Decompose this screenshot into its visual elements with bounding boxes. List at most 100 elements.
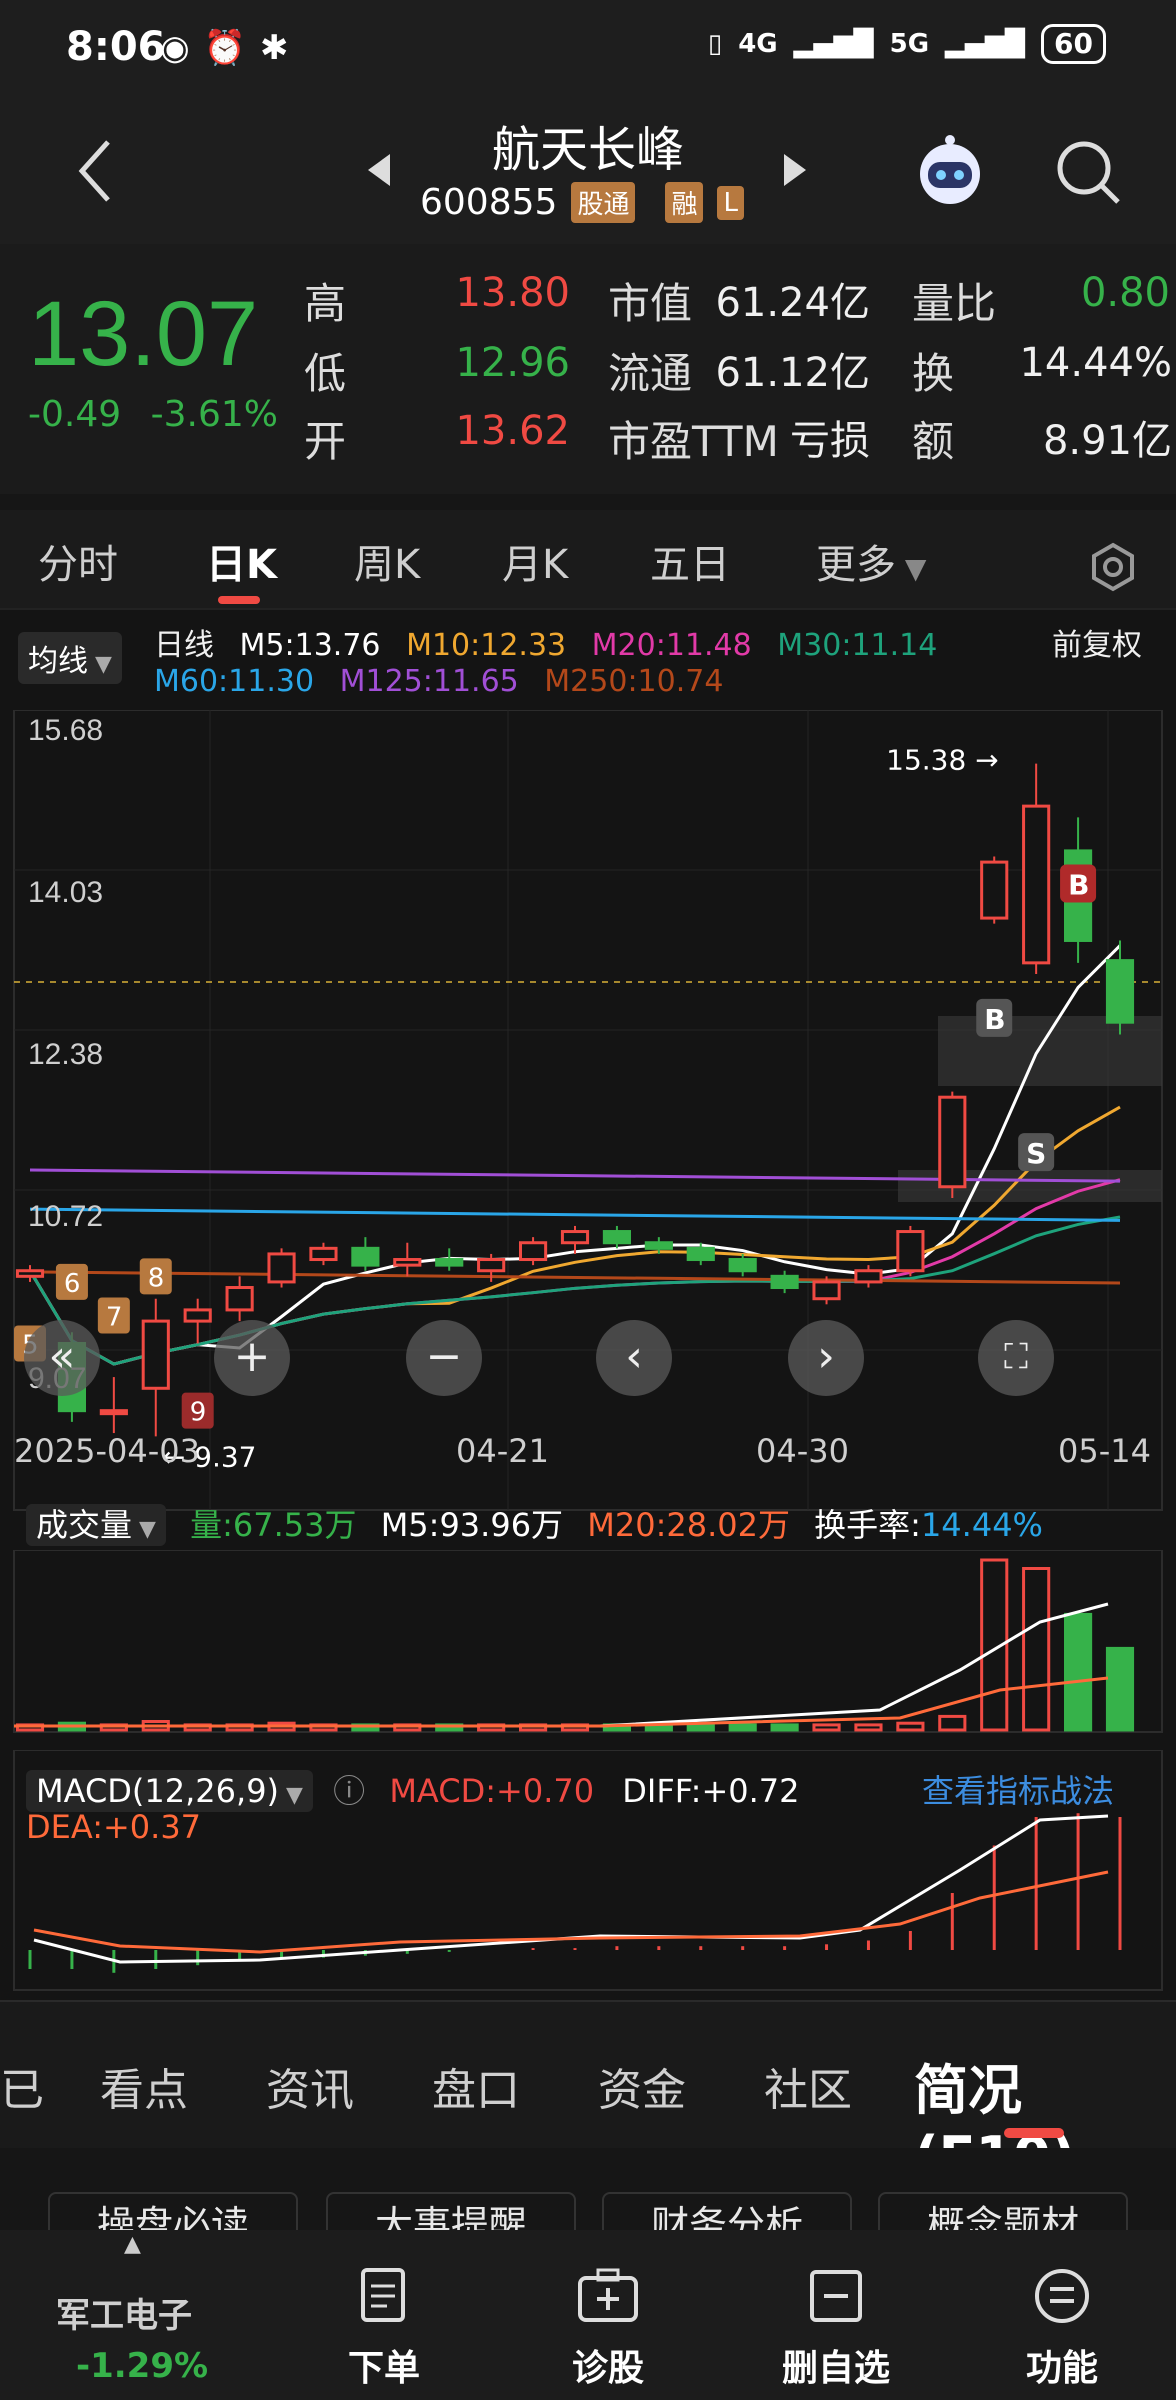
tab-partial[interactable]: 已: [0, 2054, 44, 2118]
volume-bar: [1064, 1612, 1093, 1732]
chevron-down-icon: ▼: [88, 652, 112, 677]
volume-ratio-label: 量比: [912, 279, 997, 328]
badge-margin: 融: [665, 182, 704, 223]
tab-daily-k[interactable]: 日K: [206, 532, 277, 590]
candle-body: [393, 1258, 422, 1267]
order-label: 下单: [347, 2348, 420, 2389]
float-cap-label: 流通: [608, 349, 693, 398]
diagnose-label: 诊股: [571, 2348, 644, 2389]
remove-watchlist-label: 删自选: [781, 2348, 890, 2389]
ma-line: [28, 1178, 1121, 1366]
tab-five-day[interactable]: 五日: [650, 532, 730, 590]
tab-order-book[interactable]: 盘口: [432, 2054, 520, 2118]
candle-body: [980, 860, 1009, 920]
zoom-in-button[interactable]: +: [214, 1320, 290, 1396]
tab-monthly-k[interactable]: 月K: [502, 532, 568, 590]
battery-icon: 60: [1041, 24, 1106, 64]
minus-box-icon: [766, 2266, 906, 2339]
x-tick-3: 04-30: [756, 1432, 849, 1470]
volume-bar: [812, 1723, 841, 1732]
change-percent: -3.61%: [150, 394, 278, 435]
trade-signal: S: [1026, 1137, 1046, 1170]
functions-button[interactable]: 功能: [992, 2266, 1132, 2391]
td-mark: 6: [64, 1269, 81, 1299]
volume-bar: [854, 1723, 883, 1732]
td-mark: 7: [106, 1303, 123, 1333]
tab-community[interactable]: 社区: [764, 2054, 852, 2118]
active-tab-indicator: [218, 596, 260, 604]
robot-assistant-icon[interactable]: [910, 130, 990, 210]
macd-chart[interactable]: [0, 1750, 1176, 2000]
candle-body: [267, 1252, 296, 1284]
net2-label: 5G: [889, 29, 930, 59]
info-tabs: 已 看点 资讯 盘口 资金 社区 简况(F10): [0, 2000, 1176, 2188]
tab-weekly-k[interactable]: 周K: [354, 532, 420, 590]
functions-label: 功能: [1025, 2348, 1098, 2389]
document-icon: [314, 2266, 454, 2339]
tab-news[interactable]: 资讯: [266, 2054, 354, 2118]
order-button[interactable]: 下单: [314, 2266, 454, 2391]
sector-change: -1.29%: [76, 2346, 209, 2386]
stock-header: 航天长峰 600855 股通 融 L: [0, 96, 1176, 244]
volume-chart[interactable]: [0, 1550, 1176, 1740]
candle-body: [477, 1258, 506, 1273]
candle-body: [728, 1258, 757, 1273]
volume-bar: [686, 1723, 715, 1732]
candle-body: [99, 1409, 128, 1416]
ma10-label: M10:12.33: [406, 628, 567, 663]
low-label: 低: [304, 349, 347, 398]
vibrate-icon: ▯: [707, 29, 723, 59]
ma60-label: M60:11.30: [154, 664, 315, 699]
pe-value: 亏损: [790, 418, 870, 464]
remove-watchlist-button[interactable]: 删自选: [766, 2266, 906, 2391]
candle-body: [896, 1230, 925, 1273]
market-cap-label: 市值: [608, 279, 693, 328]
ma-selector[interactable]: 均线 ▼: [18, 632, 122, 684]
y-tick-label: 14.03: [28, 876, 103, 909]
candle-body: [309, 1246, 338, 1262]
candle-body: [519, 1241, 548, 1262]
low-value: 12.96: [455, 340, 570, 386]
ma-line: [29, 1207, 1121, 1222]
bluetooth-icon: ✱: [260, 28, 289, 68]
candle-body: [644, 1241, 673, 1250]
volume-bar: [1022, 1567, 1051, 1732]
pe-label: 市盈TTM: [608, 417, 779, 466]
ma250-label: M250:10.74: [544, 664, 724, 699]
y-tick-label: 10.72: [28, 1200, 103, 1233]
menu-circle-icon: [992, 2266, 1132, 2339]
diagnose-button[interactable]: 诊股: [538, 2266, 678, 2391]
tab-intraday[interactable]: 分时: [38, 532, 118, 590]
tab-highlights[interactable]: 看点: [100, 2054, 188, 2118]
tab-capital[interactable]: 资金: [598, 2054, 686, 2118]
zoom-out-button[interactable]: −: [406, 1320, 482, 1396]
tab-more[interactable]: 更多 ▼: [816, 532, 926, 590]
trade-signal: B: [1068, 868, 1089, 901]
stock-name: 航天长峰: [491, 122, 684, 178]
candle-body: [225, 1286, 254, 1312]
candle-body: [686, 1246, 715, 1262]
adjust-mode-label[interactable]: 前复权: [1052, 620, 1142, 664]
candle-body: [435, 1258, 464, 1267]
search-icon[interactable]: [1054, 138, 1124, 208]
candle-body: [812, 1280, 841, 1301]
active-info-tab-indicator: [1004, 2128, 1064, 2138]
scroll-right-button[interactable]: ›: [788, 1320, 864, 1396]
candle-body: [602, 1230, 631, 1245]
fullscreen-button[interactable]: ⛶: [978, 1320, 1054, 1396]
sector-name[interactable]: 军工电子: [56, 2288, 192, 2337]
scroll-left-button[interactable]: ‹: [596, 1320, 672, 1396]
trade-signal: B: [984, 1003, 1005, 1036]
price-change: -0.49 -3.61%: [28, 394, 278, 435]
x-tick-2: 04-21: [456, 1432, 549, 1470]
badge-level: L: [717, 185, 744, 220]
status-icons: ◉ ⏰ ✱: [160, 28, 289, 68]
turnover-rate-label: 换手率:: [814, 1506, 921, 1544]
volume-selector[interactable]: 成交量 ▼: [26, 1504, 166, 1546]
candle-body: [183, 1308, 212, 1323]
next-stock-icon[interactable]: [780, 150, 810, 190]
zoom-out-full-button[interactable]: «: [24, 1320, 100, 1396]
high-price-marker: 15.38 →: [886, 744, 999, 777]
settings-icon[interactable]: [1088, 542, 1138, 592]
kline-chart[interactable]: 15.6814.0312.3810.729.0715.38 →← 9.37567…: [0, 710, 1176, 1610]
